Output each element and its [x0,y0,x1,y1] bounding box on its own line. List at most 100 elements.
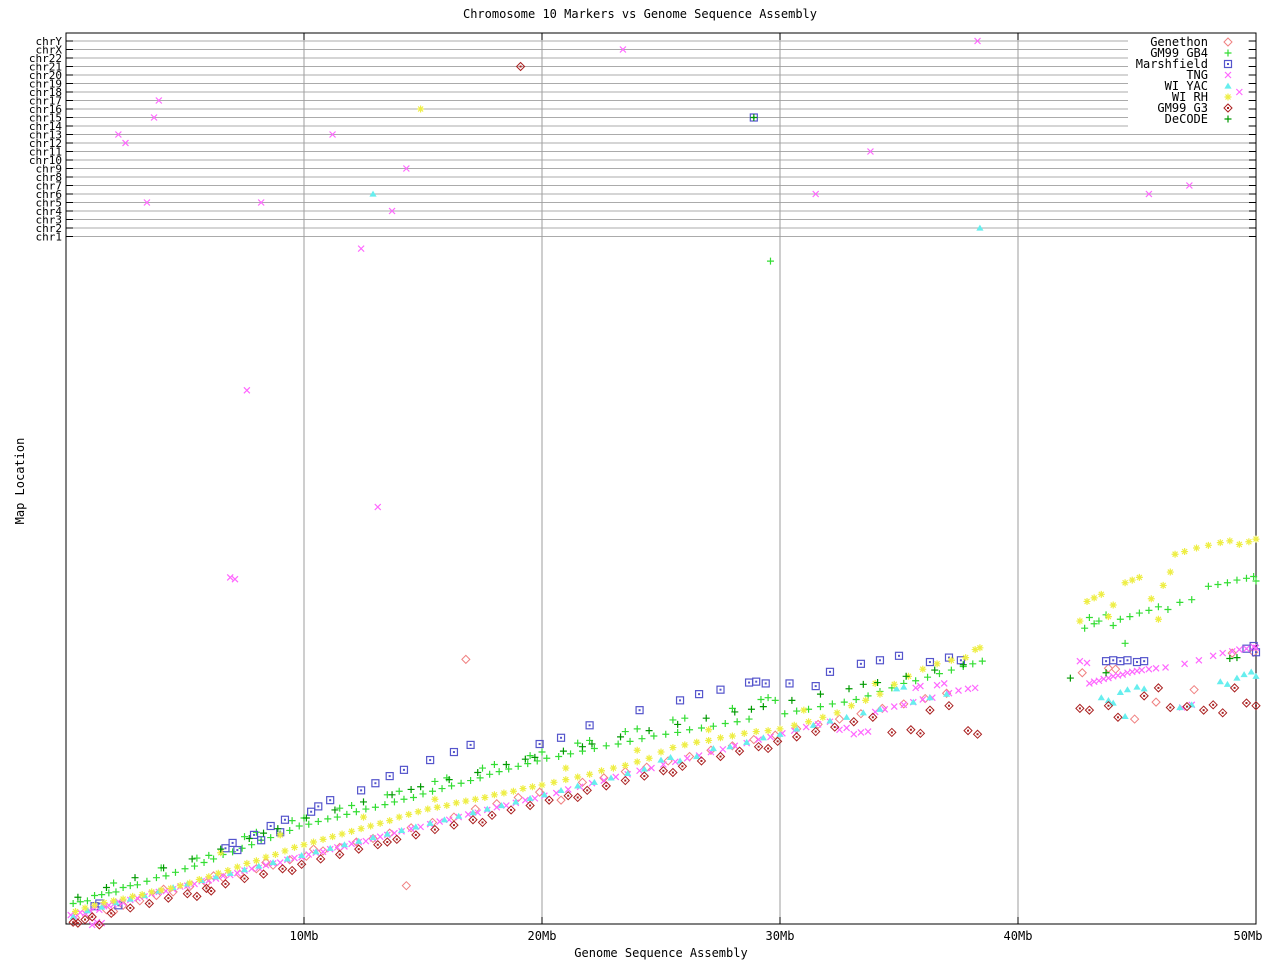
data-point [603,742,610,749]
data-point [403,769,405,771]
data-point [717,734,724,741]
data-point [1224,681,1231,687]
data-point [1241,671,1248,677]
data-point [1105,660,1107,662]
data-point [829,700,836,707]
data-point [693,739,700,746]
data-point [417,783,424,790]
data-point [562,765,569,772]
axes [66,33,1256,924]
data-point [539,749,546,756]
y-axis-title: Map Location [13,431,27,531]
data-point [193,855,200,862]
data-point [698,693,700,695]
data-point [548,799,550,801]
data-point [1133,684,1140,690]
data-point [710,723,717,730]
data-point [760,703,767,710]
data-point [700,760,702,762]
data-point [929,709,931,711]
data-point [372,804,379,811]
data-point [98,903,100,905]
data-point [972,685,978,691]
data-point [405,811,412,818]
data-point [919,732,921,734]
data-point [739,750,741,752]
data-point [196,876,203,883]
data-point [319,847,327,855]
data-point [622,762,629,769]
data-point [1233,675,1240,681]
data-point [110,880,117,887]
data-point [224,867,231,874]
data-point [579,743,586,750]
data-point [1255,651,1257,653]
data-point [586,771,593,778]
data-point [777,725,784,732]
data-point [1155,616,1162,623]
data-point [1164,606,1171,613]
data-point [753,728,760,735]
data-point [291,844,298,851]
data-point [324,815,331,822]
data-point [1136,574,1143,581]
data-point [777,740,779,742]
data-point [858,729,864,735]
data-point [829,671,831,673]
data-point [286,827,293,834]
data-point [510,788,517,795]
plot-border [66,33,1256,924]
data-point [826,717,833,723]
data-point [817,703,824,710]
data-point [427,820,434,826]
legend-label: DeCODE [1165,112,1208,126]
data-point [698,724,705,731]
data-point [248,841,255,848]
data-point [929,661,931,663]
data-point [1077,658,1083,664]
data-point [301,863,303,865]
data-point [315,818,322,825]
data-point [336,805,343,812]
data-point [765,682,767,684]
data-point [462,798,469,805]
data-point [249,866,255,872]
data-point [1236,541,1243,548]
data-point [462,655,470,663]
data-point [84,897,91,904]
data-point [263,873,265,875]
data-point [1245,702,1247,704]
data-point [374,782,376,784]
data-point [269,859,276,865]
data-point [793,708,800,715]
data-point [646,727,653,734]
data-point [1136,661,1138,663]
data-point [246,835,253,842]
data-point [415,808,422,815]
data-point [1157,687,1159,689]
data-point [420,790,427,797]
data-point [679,699,681,701]
data-point [153,874,160,881]
data-point [158,887,165,894]
data-point [936,670,943,677]
data-point [1079,707,1081,709]
data-point [415,834,417,836]
data-point [862,697,869,704]
data-point [1067,675,1074,682]
data-point [741,730,748,737]
data-point [253,857,260,864]
data-point [312,848,319,854]
data-point [1186,706,1188,708]
data-point [758,746,760,748]
data-point [1141,685,1148,691]
data-point [1148,595,1155,602]
data-point [389,775,391,777]
data-point [191,863,198,870]
data-point [1172,551,1179,558]
data-point [360,789,362,791]
data-point [417,106,424,113]
data-point [1210,653,1216,659]
data-point [260,839,262,841]
data-point [377,834,383,840]
